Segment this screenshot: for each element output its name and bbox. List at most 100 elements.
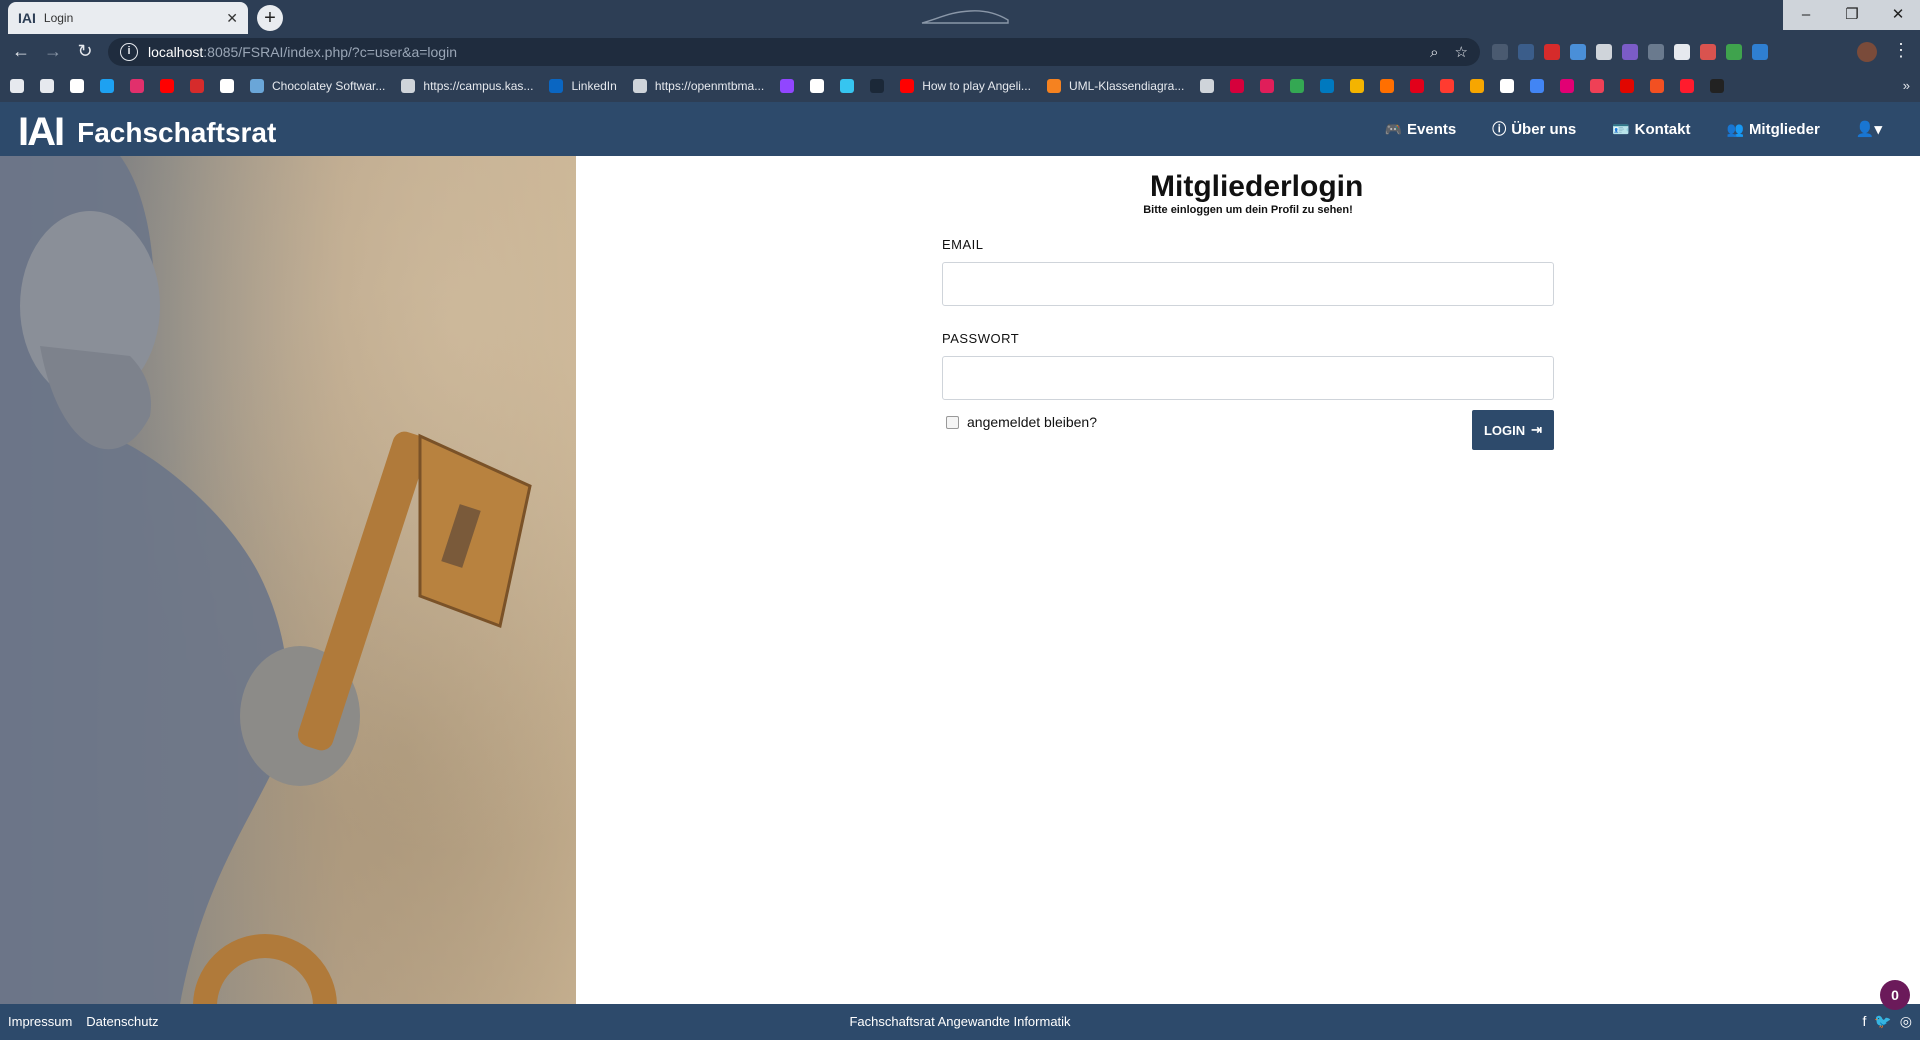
globe-icon	[401, 79, 416, 93]
bookmark-item[interactable]	[1410, 79, 1425, 93]
twitter-icon[interactable]: 🐦	[1874, 1013, 1891, 1030]
bookmark-item[interactable]	[40, 79, 54, 93]
bookmarks-bar: Chocolatey Softwar... https://campus.kas.…	[0, 70, 1920, 102]
brand-name: Fachschaftsrat	[77, 116, 277, 148]
extension-abp-icon[interactable]	[1544, 44, 1560, 60]
browser-tab[interactable]: IAI Login ✕	[8, 2, 248, 34]
red-check-icon	[1440, 79, 1455, 93]
car-logo-icon	[921, 10, 1009, 24]
bookmark-item[interactable]	[190, 79, 204, 93]
bookmark-item[interactable]	[1470, 79, 1485, 93]
nav-item-über-uns[interactable]: ⓘ Über uns	[1492, 119, 1576, 139]
bookmark-item[interactable]: https://openmtbma...	[632, 79, 764, 93]
bookmark-item[interactable]	[870, 79, 885, 93]
slack-icon	[840, 79, 855, 93]
login-button[interactable]: LOGIN ⇥	[1472, 410, 1554, 450]
hero-image-statue-with-key	[0, 156, 576, 1004]
pocket-icon	[1590, 79, 1605, 93]
zoom-icon[interactable]: ⌕	[1430, 44, 1438, 61]
bookmark-item[interactable]	[1230, 79, 1245, 93]
trello-icon	[1320, 79, 1335, 93]
bookmark-item[interactable]	[1590, 79, 1605, 93]
bookmark-label: Chocolatey Softwar...	[272, 79, 386, 93]
dark-circle-icon	[1710, 79, 1725, 93]
user-menu-icon[interactable]: 👤▾	[1856, 120, 1882, 138]
footer-center-text: Fachschaftsrat Angewandte Informatik	[849, 1014, 1071, 1029]
extension-doc-icon[interactable]	[1674, 44, 1690, 60]
bookmark-item[interactable]	[1260, 79, 1275, 93]
extension-pen-icon[interactable]	[1596, 44, 1612, 60]
bookmark-item[interactable]	[1650, 79, 1665, 93]
notification-badge[interactable]: 0	[1880, 980, 1910, 1010]
bookmark-item[interactable]: How to play Angeli...	[900, 79, 1031, 93]
bookmark-label: LinkedIn	[571, 79, 617, 93]
bookmarks-overflow-icon[interactable]: »	[1903, 78, 1910, 93]
extension-purple-icon[interactable]	[1622, 44, 1638, 60]
tab-close-icon[interactable]: ✕	[226, 10, 238, 27]
bookmark-item[interactable]	[1380, 79, 1395, 93]
bookmark-item[interactable]	[1200, 79, 1215, 93]
nav-item-mitglieder[interactable]: 👥 Mitglieder	[1727, 121, 1820, 138]
extension-pocket-icon[interactable]	[1648, 44, 1664, 60]
bookmark-item[interactable]	[810, 79, 825, 93]
footer-link-impressum[interactable]: Impressum	[8, 1014, 72, 1029]
drive-icon	[1290, 79, 1305, 93]
bookmark-item[interactable]	[780, 79, 795, 93]
footer-link-datenschutz[interactable]: Datenschutz	[86, 1014, 158, 1029]
extension-sync-icon[interactable]	[1518, 44, 1534, 60]
bookmark-item[interactable]	[1530, 79, 1545, 93]
nav-item-events[interactable]: 🎮 Events	[1385, 121, 1457, 138]
bookmark-item[interactable]	[130, 79, 144, 93]
bookmark-item[interactable]: LinkedIn	[549, 79, 617, 93]
password-field[interactable]	[942, 356, 1554, 400]
bookmark-item[interactable]	[1500, 79, 1515, 93]
extension-counter-icon[interactable]	[1752, 44, 1768, 60]
bookmark-item[interactable]: Chocolatey Softwar...	[250, 79, 385, 93]
remember-me[interactable]: angemeldet bleiben?	[946, 414, 1097, 430]
bookmark-item[interactable]	[1350, 79, 1365, 93]
bookmark-item[interactable]	[1440, 79, 1455, 93]
email-field[interactable]	[942, 262, 1554, 306]
bookmark-item[interactable]: UML-Klassendiagra...	[1046, 79, 1184, 93]
site-info-icon[interactable]: i	[120, 43, 138, 61]
twitch-icon	[780, 79, 795, 93]
facebook-icon[interactable]: f	[1862, 1013, 1866, 1030]
bookmark-item[interactable]	[1320, 79, 1335, 93]
orange-doc-icon	[1046, 79, 1061, 93]
extension-green-icon[interactable]	[1726, 44, 1742, 60]
bookmark-item[interactable]	[10, 79, 24, 93]
bookmark-item[interactable]	[1620, 79, 1635, 93]
bookmark-item[interactable]	[160, 79, 174, 93]
bookmark-item[interactable]	[1680, 79, 1695, 93]
bookmark-star-icon[interactable]: ☆	[1455, 43, 1468, 61]
extension-red-icon[interactable]	[1700, 44, 1716, 60]
bookmark-item[interactable]	[840, 79, 855, 93]
remember-me-checkbox[interactable]	[946, 415, 959, 429]
window-restore-icon[interactable]: ❐	[1829, 0, 1875, 30]
bookmark-item[interactable]	[1290, 79, 1305, 93]
browser-menu-icon[interactable]: ⋮	[1892, 40, 1910, 61]
address-bar[interactable]: i localhost :8085/FSRAI/index.php/?c=use…	[108, 38, 1480, 66]
bookmark-item[interactable]	[100, 79, 114, 93]
extension-shield-icon[interactable]	[1492, 44, 1508, 60]
profile-avatar[interactable]	[1857, 42, 1877, 62]
microsoft-icon	[1650, 79, 1665, 93]
nav-item-kontakt[interactable]: 🪪 Kontakt	[1612, 121, 1690, 138]
download-icon	[40, 79, 54, 93]
instagram-icon[interactable]: ◎	[1900, 1013, 1912, 1030]
forward-icon[interactable]: →	[42, 41, 64, 62]
back-icon[interactable]: ←	[10, 41, 32, 62]
bookmark-item[interactable]	[220, 79, 234, 93]
sparkasse-icon	[1410, 79, 1425, 93]
bookmark-item[interactable]	[1560, 79, 1575, 93]
bookmark-item[interactable]	[1710, 79, 1725, 93]
window-minimize-icon[interactable]: –	[1783, 0, 1829, 30]
brand-logo[interactable]: IAI Fachschaftsrat	[18, 110, 276, 155]
reload-icon[interactable]: ↻	[74, 41, 96, 62]
window-close-icon[interactable]: ✕	[1875, 0, 1920, 30]
extension-blue-icon[interactable]	[1570, 44, 1586, 60]
bookmark-item[interactable]	[70, 79, 84, 93]
opera-icon	[1680, 79, 1695, 93]
bookmark-item[interactable]: https://campus.kas...	[401, 79, 533, 93]
new-tab-icon[interactable]: +	[257, 5, 283, 31]
